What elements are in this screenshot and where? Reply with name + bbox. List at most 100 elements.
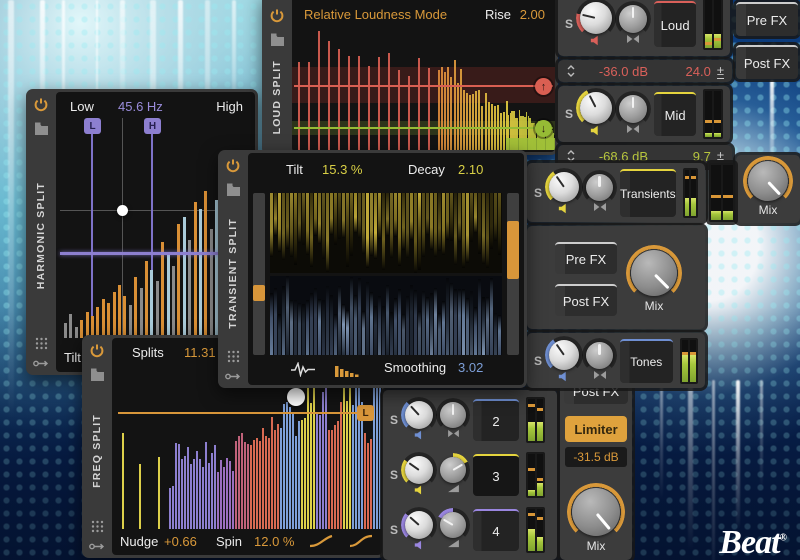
- gain-knob[interactable]: [549, 172, 579, 202]
- loud-post-fx-button[interactable]: Post FX: [736, 45, 798, 79]
- freq-spectrum-area[interactable]: L: [112, 366, 382, 529]
- upper-threshold-line[interactable]: [294, 85, 553, 87]
- stepper-chevrons-icon[interactable]: [566, 64, 576, 78]
- loudness-spectrum-area[interactable]: ↑ ↓: [292, 29, 555, 152]
- band3-button[interactable]: 3: [473, 454, 519, 496]
- loud-mix-block: Mix: [736, 155, 800, 223]
- right-range-slider[interactable]: [507, 193, 519, 355]
- power-icon[interactable]: [89, 343, 105, 359]
- nudge-value[interactable]: +0.66: [164, 534, 197, 549]
- mapping-key-icon[interactable]: [225, 372, 241, 381]
- plus-minus-toggle[interactable]: ±: [717, 64, 724, 79]
- loud-gain-value[interactable]: -36.0 dB: [582, 64, 665, 79]
- spin-label: Spin: [216, 534, 242, 549]
- split-level-line[interactable]: [118, 412, 360, 414]
- pan-knob[interactable]: [440, 512, 466, 538]
- pan-knob[interactable]: [619, 5, 647, 33]
- master-column: Post FX Limiter -31.5 dB Mix: [560, 376, 632, 560]
- pan-knob[interactable]: [440, 402, 466, 428]
- transients-band-button[interactable]: Transients: [620, 169, 676, 217]
- gain-knob[interactable]: [405, 401, 433, 429]
- loud-level-meter: [703, 0, 723, 50]
- loud-split-panel: LOUD SPLIT Relative Loudness Mode Rise 2…: [262, 0, 558, 155]
- crossover-frequency-value[interactable]: 45.6 Hz: [118, 99, 163, 114]
- device-name-label: HARMONIC SPLIT: [35, 182, 47, 289]
- mid-aux-value[interactable]: 9.7: [671, 149, 711, 164]
- pan-knob[interactable]: [440, 457, 466, 483]
- power-icon[interactable]: [269, 8, 285, 24]
- loud-aux-value[interactable]: 24.0: [671, 64, 711, 79]
- drag-handle-icon[interactable]: [91, 520, 104, 533]
- s-curve-shape-icon[interactable]: [348, 534, 374, 548]
- drag-handle-icon[interactable]: [35, 337, 48, 350]
- solo-button[interactable]: S: [390, 468, 398, 482]
- tilt-value[interactable]: 15.3 %: [322, 162, 362, 177]
- smoothing-value[interactable]: 3.02: [458, 360, 483, 375]
- solo-button[interactable]: S: [565, 17, 573, 31]
- power-icon[interactable]: [33, 97, 49, 113]
- gain-knob[interactable]: [580, 92, 612, 124]
- decay-value[interactable]: 2.10: [458, 162, 483, 177]
- stepper-chevrons-icon[interactable]: [566, 149, 576, 163]
- histogram-icon[interactable]: [334, 362, 360, 377]
- band4-level-meter: [526, 507, 545, 553]
- pan-knob[interactable]: [586, 174, 613, 201]
- lower-threshold-line[interactable]: [294, 127, 553, 129]
- mid-channel-strip: S Mid: [558, 86, 730, 142]
- preset-folder-icon[interactable]: [270, 33, 285, 46]
- loudness-mode-label[interactable]: Relative Loudness Mode: [304, 7, 447, 22]
- pan-knob[interactable]: [586, 342, 613, 369]
- spin-value[interactable]: 12.0 %: [254, 534, 294, 549]
- band2-button[interactable]: 2: [473, 399, 519, 441]
- tones-band-button[interactable]: Tones: [620, 339, 673, 383]
- transient-pre-fx-button[interactable]: Pre FX: [555, 242, 617, 274]
- splits-value[interactable]: 11.31: [184, 345, 216, 360]
- gain-knob[interactable]: [405, 511, 433, 539]
- preset-folder-icon[interactable]: [34, 122, 49, 135]
- right-range-handle[interactable]: [507, 221, 519, 279]
- band4-button[interactable]: 4: [473, 509, 519, 551]
- preset-folder-icon[interactable]: [90, 368, 105, 381]
- mix-knob[interactable]: [748, 161, 788, 201]
- transient-post-fx-button[interactable]: Post FX: [555, 284, 617, 316]
- plus-minus-toggle[interactable]: ±: [717, 149, 724, 164]
- loud-band-button[interactable]: Loud: [654, 1, 696, 47]
- band3-channel-strip: S 3: [383, 450, 557, 500]
- level-marker[interactable]: L: [357, 405, 374, 421]
- pan-knob[interactable]: [619, 95, 647, 123]
- plugin-collage: HARMONIC SPLIT Low 45.6 Hz High L H Tilt: [0, 0, 800, 560]
- limiter-threshold-value[interactable]: -31.5 dB: [565, 447, 627, 467]
- solo-button[interactable]: S: [390, 523, 398, 537]
- solo-button[interactable]: S: [534, 354, 542, 368]
- curve-shape-icon[interactable]: [308, 534, 334, 548]
- crossover-handle[interactable]: [117, 205, 128, 216]
- loud-pre-fx-button[interactable]: Pre FX: [736, 2, 798, 36]
- power-icon[interactable]: [225, 158, 241, 174]
- spread-handle[interactable]: [287, 388, 305, 406]
- solo-button[interactable]: S: [534, 186, 542, 200]
- freq-split-sidebar: FREQ SPLIT: [82, 335, 112, 558]
- mix-knob[interactable]: [631, 250, 677, 296]
- limiter-button[interactable]: Limiter: [565, 416, 627, 442]
- mid-band-button[interactable]: Mid: [654, 92, 696, 136]
- band2-channel-strip: S 2: [383, 395, 557, 445]
- transient-shape-icon[interactable]: [290, 362, 316, 377]
- lower-threshold-handle[interactable]: ↓: [535, 120, 552, 137]
- solo-button[interactable]: S: [565, 107, 573, 121]
- drag-handle-icon[interactable]: [227, 350, 240, 363]
- band4-channel-strip: S 4: [383, 505, 557, 555]
- left-range-slider[interactable]: [253, 193, 265, 355]
- mapping-key-icon[interactable]: [89, 542, 105, 551]
- gain-knob[interactable]: [405, 456, 433, 484]
- gain-knob[interactable]: [580, 2, 612, 34]
- gain-knob[interactable]: [549, 340, 579, 370]
- solo-button[interactable]: S: [390, 413, 398, 427]
- mid-gain-value[interactable]: -68.6 dB: [582, 149, 665, 164]
- rise-value[interactable]: 2.00: [520, 7, 545, 22]
- upper-threshold-handle[interactable]: ↑: [535, 78, 552, 95]
- low-band-label: Low: [70, 99, 94, 114]
- left-range-handle[interactable]: [253, 285, 265, 301]
- mix-knob[interactable]: [572, 488, 620, 536]
- preset-folder-icon[interactable]: [226, 183, 241, 196]
- mapping-key-icon[interactable]: [33, 359, 49, 368]
